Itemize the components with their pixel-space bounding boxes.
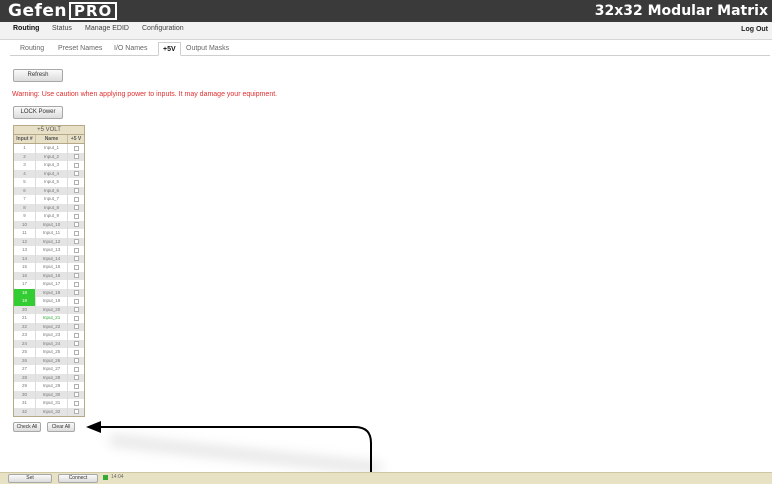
status-text: 14:04: [111, 474, 124, 480]
annotation-arrow: [86, 421, 381, 484]
arrow-head: [86, 421, 101, 433]
connection-status-icon: [103, 475, 108, 480]
connect-button[interactable]: Connect: [58, 474, 98, 483]
arrow-shadow: [109, 435, 381, 473]
set-button[interactable]: Set: [8, 474, 52, 483]
